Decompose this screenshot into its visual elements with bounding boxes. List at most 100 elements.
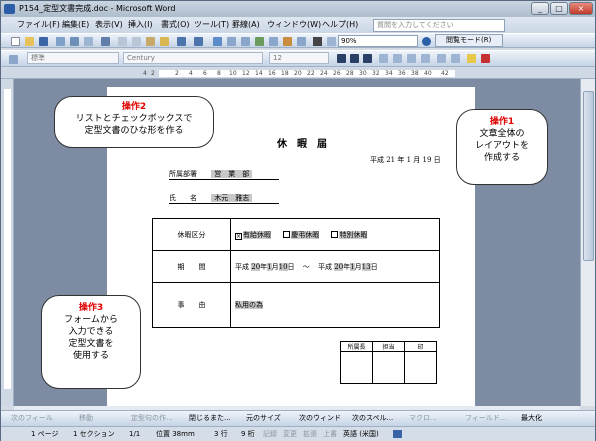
- menu-edit[interactable]: 編集(E): [62, 17, 89, 33]
- checkbox-mark[interactable]: ×: [235, 232, 242, 240]
- status-ext[interactable]: 拡張: [303, 427, 317, 441]
- bold-icon[interactable]: [337, 54, 346, 63]
- maximize-form-button[interactable]: 最大化: [521, 411, 542, 426]
- justify-icon[interactable]: [421, 54, 430, 63]
- reason-field[interactable]: 私用の為: [235, 301, 263, 309]
- print-preview-icon[interactable]: [84, 37, 93, 46]
- status-position: 位置 38mm: [156, 430, 195, 438]
- checkbox-special-leave[interactable]: 特別休暇: [331, 230, 368, 239]
- format-painter-icon[interactable]: [160, 37, 169, 46]
- document-map-icon[interactable]: [297, 37, 306, 46]
- font-color-icon[interactable]: [481, 54, 490, 63]
- drawing-icon[interactable]: [283, 37, 292, 46]
- zoom-icon: [327, 37, 336, 46]
- columns-icon[interactable]: [269, 37, 278, 46]
- next-window-button[interactable]: 次のウィンド: [299, 411, 341, 426]
- menu-format[interactable]: 書式(O): [161, 17, 190, 33]
- status-column: 9 桁: [241, 430, 255, 438]
- new-doc-icon[interactable]: [11, 37, 20, 46]
- hyperlink-icon[interactable]: [213, 37, 222, 46]
- align-center-icon[interactable]: [393, 54, 402, 63]
- macro-button[interactable]: マクロ...: [409, 411, 437, 426]
- callout-step1-line: 作成する: [483, 153, 520, 163]
- callout-step3-line: 定型文書を: [68, 339, 114, 349]
- next-field-button[interactable]: 次のフィール: [11, 411, 53, 426]
- menu-table[interactable]: 罫線(A): [232, 17, 260, 33]
- original-size-button[interactable]: 元のサイズ: [246, 411, 281, 426]
- permission-icon[interactable]: [56, 37, 65, 46]
- status-trk[interactable]: 変更: [283, 427, 297, 441]
- open-folder-icon[interactable]: [25, 37, 34, 46]
- end-day-field[interactable]: 13: [361, 262, 371, 271]
- print-icon[interactable]: [70, 37, 79, 46]
- insert-table-icon[interactable]: [241, 37, 250, 46]
- checkbox-paid-leave[interactable]: × 有給休暇: [235, 230, 271, 240]
- save-icon[interactable]: [39, 37, 48, 46]
- close-or-button[interactable]: 閉じるまた...: [189, 411, 231, 426]
- menu-tools[interactable]: ツール(T): [194, 17, 229, 33]
- align-left-icon[interactable]: [379, 54, 388, 63]
- start-day-field[interactable]: 10: [278, 262, 288, 271]
- ruler-tick: 32: [372, 70, 380, 77]
- month-unit: 月: [271, 262, 279, 271]
- font-size-select[interactable]: 12: [269, 52, 329, 64]
- checkbox-mark[interactable]: [283, 230, 291, 238]
- menu-insert[interactable]: 挿入(I): [128, 17, 153, 33]
- paid-leave-label: 有給休暇: [243, 230, 271, 239]
- move-button[interactable]: 移動: [79, 411, 93, 426]
- highlight-icon[interactable]: [467, 54, 476, 63]
- menu-window[interactable]: ウィンドウ(W): [267, 17, 321, 33]
- ruler-tick: 14: [255, 70, 263, 77]
- maximize-button[interactable]: □: [550, 2, 568, 15]
- checkbox-mark[interactable]: [331, 230, 339, 238]
- copy-icon[interactable]: [132, 37, 141, 46]
- word-window: P154_定型文書完成.doc - Microsoft Word _ □ × フ…: [0, 0, 596, 441]
- styles-icon[interactable]: [9, 55, 18, 64]
- paste-icon[interactable]: [146, 37, 155, 46]
- undo-icon[interactable]: [177, 37, 186, 46]
- name-field[interactable]: 木元 雅志: [211, 194, 253, 202]
- menu-file[interactable]: ファイル(F): [17, 17, 60, 33]
- autotext-button[interactable]: 定型句の作...: [131, 411, 173, 426]
- field-button[interactable]: フィールド...: [465, 411, 507, 426]
- menu-view[interactable]: 表示(V): [95, 17, 123, 33]
- dept-field[interactable]: 営 業 部: [211, 170, 253, 178]
- ruler-tick: 4: [143, 70, 147, 77]
- help-icon[interactable]: [422, 37, 431, 46]
- scroll-thumb[interactable]: [583, 91, 594, 261]
- leave-request-table: 休暇区分 × 有給休暇 慶弔休暇 特別休暇 期 間 平成 20年1月10日 ～ 平…: [152, 218, 440, 328]
- end-year-field[interactable]: 20: [334, 262, 344, 271]
- callout-step1: 操作1 文章全体の レイアウトを 作成する: [456, 109, 548, 185]
- underline-icon[interactable]: [363, 54, 372, 63]
- font-select[interactable]: Century: [123, 52, 263, 64]
- vertical-scrollbar[interactable]: [580, 79, 595, 406]
- start-year-field[interactable]: 20: [251, 262, 261, 271]
- ask-question-input[interactable]: 質問を入力してください: [373, 19, 505, 32]
- close-button[interactable]: ×: [569, 2, 593, 15]
- spelling-status-icon[interactable]: [393, 430, 402, 438]
- next-spelling-button[interactable]: 次のスペル...: [352, 411, 393, 426]
- minimize-button[interactable]: _: [531, 2, 549, 15]
- style-select[interactable]: 標準: [27, 52, 119, 64]
- reading-mode-button[interactable]: 閲覧モード(R): [435, 34, 503, 47]
- bullets-icon[interactable]: [451, 54, 460, 63]
- callout-step2-line: 定型文書のひな形を作る: [84, 126, 184, 136]
- show-hide-icon[interactable]: [313, 37, 322, 46]
- align-right-icon[interactable]: [407, 54, 416, 63]
- italic-icon[interactable]: [350, 54, 359, 63]
- insert-excel-icon[interactable]: [255, 37, 264, 46]
- callout-step1-line: レイアウトを: [474, 141, 529, 151]
- zoom-select[interactable]: 90%: [338, 35, 418, 47]
- cut-icon[interactable]: [118, 37, 127, 46]
- status-rec[interactable]: 記録: [263, 427, 277, 441]
- status-bar: 1 ページ 1 セクション 1/1 位置 38mm 3 行 9 桁 記録 変更 …: [1, 426, 595, 441]
- callout-step3-line: フォームから: [64, 315, 118, 325]
- ruler-tick: 24: [320, 70, 328, 77]
- redo-icon[interactable]: [194, 37, 203, 46]
- checkbox-bereavement-leave[interactable]: 慶弔休暇: [283, 230, 320, 239]
- menu-help[interactable]: ヘルプ(H): [322, 17, 358, 33]
- spelling-icon[interactable]: [101, 37, 110, 46]
- status-ovr[interactable]: 上書: [323, 427, 337, 441]
- numbering-icon[interactable]: [437, 54, 446, 63]
- tables-borders-icon[interactable]: [227, 37, 236, 46]
